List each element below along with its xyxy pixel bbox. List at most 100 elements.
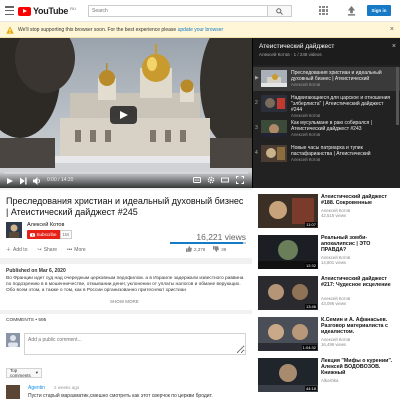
playlist-item-text: Надвигающиеся для царское и отношения "э… — [291, 95, 395, 119]
playlist-item[interactable]: 4 Новые часы патриарха и тупик пастафари… — [253, 142, 400, 166]
playlist-scrollbar[interactable] — [396, 67, 399, 125]
search-icon — [276, 7, 283, 15]
video-actions: ＋ Add to ↪ Share ••• More — [6, 246, 86, 254]
top-bar: YouTube RU Sign in — [0, 0, 400, 22]
show-more-button[interactable]: SHOW MORE — [110, 299, 139, 304]
big-play-button[interactable] — [110, 106, 137, 124]
playlist-item[interactable]: 3 Как мусульмане в раю собирался | Атеис… — [253, 117, 400, 141]
recommended-title: Лекция "Мифы о курении". Алексей ВОДОВОЗ… — [321, 358, 393, 376]
sign-in-button[interactable]: Sign in — [367, 5, 391, 16]
youtube-logo[interactable]: YouTube RU — [18, 5, 76, 17]
description-text: Во Франции идет суд над очередным церков… — [6, 276, 244, 293]
share-label: Share — [43, 246, 58, 253]
recommended-video[interactable]: 44:18 Лекция "Мифы о курении". Алексей В… — [258, 358, 398, 394]
comment-text: Пусти старый маразматик,смешно смотреть … — [28, 393, 213, 399]
recommended-video[interactable]: 11:07 Атеистический дайджест #188. Сокро… — [258, 194, 398, 230]
recommended-thumbnail: 1:04:32 — [258, 317, 318, 351]
time-display: 0:00 / 14:20 — [47, 177, 74, 183]
playlist-item-text: Преследования христиан и идеальный духов… — [291, 70, 395, 88]
sort-label: Top comments — [10, 368, 31, 378]
playlist-item-channel: Алексей Котов — [291, 132, 321, 137]
subtitles-icon[interactable] — [193, 176, 201, 184]
update-browser-link[interactable]: update your browser — [178, 27, 224, 33]
recommended-views: 42,516 views — [321, 213, 347, 218]
playlist-item-title: Надвигающиеся для царское и отношения "э… — [291, 95, 391, 113]
playlist-item-text: Новые часы патриарха и тупик пастафариан… — [291, 145, 395, 163]
more-icon: ••• — [67, 246, 73, 253]
playlist-item-title: Новые часы патриарха и тупик пастафариан… — [291, 145, 371, 157]
add-to-button[interactable]: ＋ Add to — [6, 246, 27, 254]
progress-bar[interactable] — [4, 172, 248, 174]
settings-icon[interactable] — [207, 176, 215, 184]
upload-icon[interactable] — [347, 6, 356, 16]
video-duration: 1:04:32 — [301, 345, 317, 350]
next-icon[interactable] — [20, 177, 27, 185]
menu-icon[interactable] — [5, 6, 14, 15]
channel-avatar[interactable] — [6, 222, 22, 238]
like-count: 2,378 — [194, 246, 206, 252]
volume-icon[interactable] — [33, 177, 41, 185]
apps-icon[interactable] — [319, 6, 328, 15]
channel-name[interactable]: Алексей Котов — [27, 222, 64, 228]
dislike-button[interactable]: 39 — [213, 246, 226, 252]
recommended-title: Атеистический дайджест #188. Сокровенные — [321, 194, 387, 206]
recommended-video[interactable]: 13:46 Атеистический дайджест #217: Чудес… — [258, 276, 398, 312]
share-button[interactable]: ↪ Share — [37, 246, 57, 253]
video-duration: 13:46 — [304, 304, 317, 309]
subscribe-play-icon — [30, 232, 35, 237]
browser-warning-banner: We'll stop supporting this browser soon.… — [0, 22, 400, 38]
comments-header: COMMENTS • 595 — [6, 318, 47, 323]
banner-text: We'll stop supporting this browser soon.… — [18, 27, 223, 33]
playlist-header: Атеистический дайджест Алексей Котов · 1… — [253, 38, 400, 65]
warning-icon — [6, 26, 14, 34]
comment-sort-dropdown[interactable]: Top comments ▾ — [6, 368, 42, 378]
playing-indicator: ▶ — [255, 75, 259, 81]
view-count: 16,221 views — [196, 232, 246, 242]
logo-region: RU — [70, 6, 76, 11]
recommended-views: 43,096 views — [321, 301, 347, 306]
video-duration: 12:32 — [304, 263, 317, 268]
playlist-item-channel: Алексей Котов — [291, 82, 321, 87]
comment-input[interactable] — [24, 333, 246, 355]
recommended-channel: Alkoshka — [321, 378, 339, 383]
more-label: More — [74, 246, 86, 253]
comment-author[interactable]: Agentin — [28, 385, 45, 391]
recommended-video[interactable]: 12:32 Реальный зомби-апокалипсис | ЭТО П… — [258, 235, 398, 271]
add-icon: ＋ — [6, 247, 12, 253]
like-button[interactable]: 2,378 — [186, 246, 205, 252]
recommended-thumbnail: 13:46 — [258, 276, 318, 310]
youtube-play-icon — [18, 6, 31, 16]
like-ratio-fill — [170, 242, 243, 244]
theater-mode-icon[interactable] — [221, 176, 229, 184]
search-button[interactable] — [267, 5, 292, 17]
recommended-views: 14,801 views — [321, 260, 347, 265]
user-avatar — [6, 333, 20, 347]
video-duration: 44:18 — [304, 386, 317, 391]
dislike-count: 39 — [221, 246, 227, 252]
playlist-item-channel: Алексей Котов — [291, 157, 321, 162]
playlist-close-icon[interactable]: × — [392, 43, 396, 50]
like-ratio-bar — [170, 242, 246, 244]
play-icon[interactable] — [7, 177, 13, 185]
banner-close-icon[interactable]: × — [390, 26, 394, 33]
banner-message: We'll stop supporting this browser soon.… — [18, 27, 178, 33]
video-duration: 11:07 — [305, 222, 317, 227]
playlist-index: 2 — [255, 100, 258, 106]
recommended-title: Реальный зомби-апокалипсис | ЭТО ПРАВДА? — [321, 235, 371, 253]
playlist-thumbnail — [261, 70, 287, 87]
playlist-subtitle: Алексей Котов · 1 / 248 videos — [259, 52, 322, 57]
playlist-item[interactable]: 2 Надвигающиеся для царское и отношения … — [253, 92, 400, 119]
playlist-index: 4 — [255, 150, 258, 156]
fullscreen-icon[interactable] — [236, 176, 244, 184]
logo-text: YouTube — [33, 6, 69, 16]
subscribe-button[interactable]: Subscribe 1M — [27, 230, 72, 239]
recommended-video[interactable]: 1:04:32 К.Семин и А. Афанасьев. Разговор… — [258, 317, 398, 353]
commenter-avatar[interactable] — [6, 385, 20, 399]
more-button[interactable]: ••• More — [67, 246, 86, 253]
like-dislike: 2,378 39 — [186, 246, 226, 252]
playlist-item[interactable]: ▶ Преследования христиан и идеальный дух… — [253, 67, 400, 91]
search-input[interactable] — [88, 5, 267, 17]
recommended-thumbnail: 12:32 — [258, 235, 318, 269]
playlist-title[interactable]: Атеистический дайджест — [259, 43, 334, 50]
video-player[interactable] — [0, 38, 252, 188]
